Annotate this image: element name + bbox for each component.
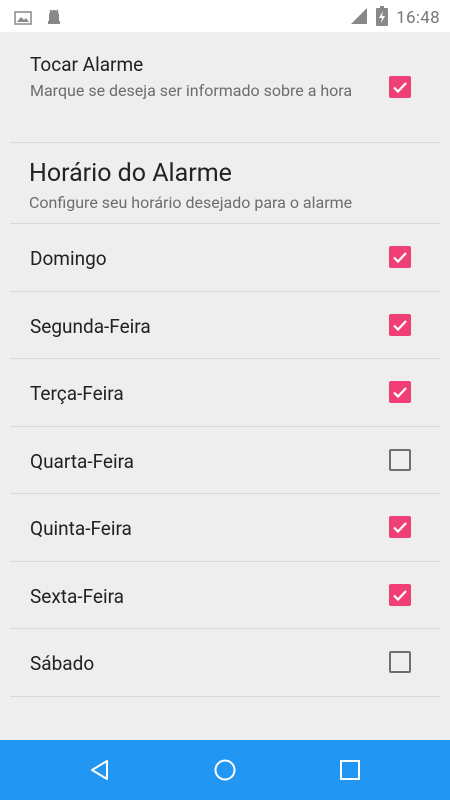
day-row-quinta[interactable]: Quinta-Feira [10, 494, 440, 562]
check-icon [393, 82, 407, 94]
day-label: Domingo [30, 247, 107, 270]
day-label: Sábado [30, 652, 95, 675]
day-label: Quinta-Feira [30, 517, 132, 540]
check-icon [393, 522, 407, 534]
day-label: Sexta-Feira [30, 584, 124, 608]
status-time: 16:48 [396, 8, 440, 28]
pref-tocar-alarme[interactable]: Tocar Alarme Marque se deseja ser inform… [10, 32, 440, 143]
navigation-bar [0, 740, 450, 800]
quarta-checkbox[interactable] [389, 448, 411, 471]
day-label: Terça-Feira [30, 382, 124, 405]
status-bar: 16:48 [0, 0, 450, 32]
day-row-domingo[interactable]: Domingo [10, 224, 440, 292]
pref-category-horario: Horário do Alarme Configure seu horário … [10, 143, 440, 224]
check-icon [393, 319, 407, 331]
check-icon [393, 252, 407, 264]
home-icon[interactable] [210, 755, 240, 785]
day-row-terca[interactable]: Terça-Feira [10, 359, 440, 427]
back-icon[interactable] [85, 755, 115, 785]
android-debug-icon [46, 8, 62, 30]
signal-icon [350, 7, 368, 29]
settings-list: Tocar Alarme Marque se deseja ser inform… [0, 32, 450, 697]
day-row-sabado[interactable]: Sábado [10, 629, 440, 697]
sabado-checkbox[interactable] [389, 651, 411, 673]
recents-icon[interactable] [335, 755, 365, 785]
day-row-sexta[interactable]: Sexta-Feira [10, 562, 440, 629]
image-notification-icon [14, 10, 32, 29]
check-icon [393, 387, 407, 399]
day-row-quarta[interactable]: Quarta-Feira [10, 427, 440, 494]
pref-title: Tocar Alarme [30, 53, 144, 76]
terca-checkbox[interactable] [389, 381, 411, 403]
day-row-segunda[interactable]: Segunda-Feira [10, 292, 440, 359]
status-indicators: 16:48 [350, 6, 440, 30]
day-label: Quarta-Feira [30, 449, 134, 473]
battery-icon [376, 6, 389, 30]
pref-summary: Marque se deseja ser informado sobre a h… [30, 81, 353, 100]
segunda-checkbox[interactable] [389, 313, 411, 336]
quinta-checkbox[interactable] [389, 516, 411, 538]
category-title: Horário do Alarme [29, 159, 232, 188]
category-summary: Configure seu horário desejado para o al… [29, 193, 353, 212]
sexta-checkbox[interactable] [389, 583, 411, 606]
domingo-checkbox[interactable] [389, 246, 411, 268]
day-label: Segunda-Feira [30, 314, 151, 338]
check-icon [393, 589, 407, 601]
tocar-alarme-checkbox[interactable] [389, 76, 411, 98]
status-notifications [14, 8, 62, 30]
